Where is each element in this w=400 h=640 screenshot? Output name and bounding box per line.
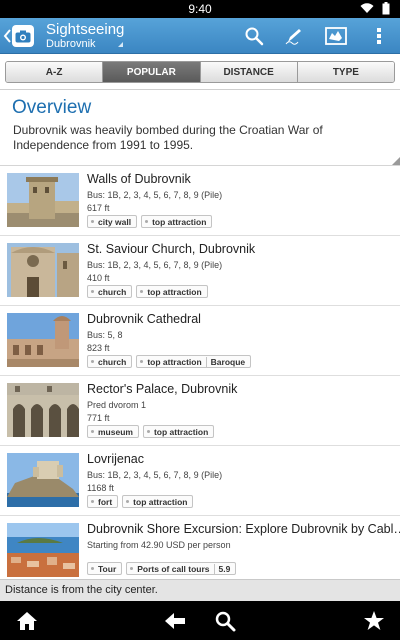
place-transit: Bus: 5, 8 xyxy=(87,330,123,340)
tag[interactable]: museum xyxy=(87,425,139,438)
camera-icon[interactable] xyxy=(12,25,34,47)
tag[interactable]: top attraction xyxy=(122,495,194,508)
place-distance: 1168 ft xyxy=(87,483,114,493)
tab-a-z[interactable]: A-Z xyxy=(6,62,104,82)
tag[interactable]: top attraction xyxy=(142,425,215,438)
tab-type[interactable]: TYPE xyxy=(297,62,394,82)
tag-group[interactable]: top attraction Baroque xyxy=(136,355,252,368)
tag[interactable]: top attraction xyxy=(141,215,213,228)
status-time: 9:40 xyxy=(188,2,212,16)
sort-tabs: A-Z POPULAR DISTANCE TYPE xyxy=(5,61,395,83)
place-title: St. Saviour Church, Dubrovnik xyxy=(87,242,256,256)
tag-rating: 5.9 xyxy=(213,563,230,574)
place-title: Dubrovnik Cathedral xyxy=(87,312,201,326)
back-arrow-icon[interactable] xyxy=(163,609,187,633)
navigation-bar xyxy=(0,601,400,640)
list-item[interactable]: Rector's Palace, Dubrovnik Pred dvorom 1… xyxy=(0,376,400,446)
place-tags: Tour Ports of call tours 5.9 xyxy=(87,562,237,575)
place-tags: fort top attraction xyxy=(87,495,194,508)
overview-heading: Overview xyxy=(12,97,92,118)
list-item[interactable]: Lovrijenac Bus: 1B, 2, 3, 4, 5, 6, 7, 8,… xyxy=(0,446,400,516)
action-bar: Sightseeing Dubrovnik xyxy=(0,18,400,54)
overview-text: Dubrovnik was heavily bombed during the … xyxy=(13,123,323,152)
place-thumbnail xyxy=(7,453,79,507)
tag[interactable]: top attraction xyxy=(136,285,208,298)
screen-title: Sightseeing xyxy=(46,21,125,38)
tag[interactable]: Tour xyxy=(87,562,123,575)
list-item[interactable]: Dubrovnik Cathedral Bus: 5, 8 823 ft chu… xyxy=(0,306,400,376)
status-bar: 9:40 xyxy=(0,0,400,18)
place-title: Dubrovnik Shore Excursion: Explore Dubro… xyxy=(87,522,400,536)
star-icon[interactable] xyxy=(362,609,386,633)
list-item[interactable]: Walls of Dubrovnik Bus: 1B, 2, 3, 4, 5, … xyxy=(0,166,400,236)
place-thumbnail xyxy=(7,313,79,367)
place-transit: Bus: 1B, 2, 3, 4, 5, 6, 7, 8, 9 (Pile) xyxy=(87,260,223,270)
pen-icon[interactable] xyxy=(283,25,305,47)
tab-distance[interactable]: DISTANCE xyxy=(200,62,298,82)
place-tags: church top attraction xyxy=(87,285,208,298)
tag-group[interactable]: Ports of call tours 5.9 xyxy=(126,562,237,575)
overflow-menu-icon[interactable] xyxy=(368,25,390,47)
tag[interactable]: church xyxy=(87,285,133,298)
place-price: Starting from 42.90 USD per person xyxy=(87,540,231,550)
places-list: Walls of Dubrovnik Bus: 1B, 2, 3, 4, 5, … xyxy=(0,166,400,579)
back-chevron-icon[interactable] xyxy=(2,28,12,44)
place-tags: city wall top attraction xyxy=(87,215,213,228)
place-thumbnail xyxy=(7,383,79,437)
place-title: Rector's Palace, Dubrovnik xyxy=(87,382,238,396)
place-distance: 771 ft xyxy=(87,413,110,423)
place-tags: museum top attraction xyxy=(87,425,215,438)
tag-label: Baroque xyxy=(205,356,245,367)
system-icons xyxy=(360,2,390,15)
place-thumbnail xyxy=(7,243,79,297)
overview-section[interactable]: Overview Dubrovnik was heavily bombed du… xyxy=(0,90,400,165)
home-icon[interactable] xyxy=(15,609,39,633)
list-item[interactable]: Dubrovnik Shore Excursion: Explore Dubro… xyxy=(0,516,400,579)
place-transit: Bus: 1B, 2, 3, 4, 5, 6, 7, 8, 9 (Pile) xyxy=(87,190,223,200)
search-icon[interactable] xyxy=(243,25,265,47)
place-title: Walls of Dubrovnik xyxy=(87,172,191,186)
place-tags: church top attraction Baroque xyxy=(87,355,252,368)
wifi-icon xyxy=(360,3,374,14)
place-distance: 823 ft xyxy=(87,343,110,353)
tab-popular[interactable]: POPULAR xyxy=(103,62,201,82)
search-icon[interactable] xyxy=(213,609,237,633)
tag-label: Ports of call tours xyxy=(137,563,210,574)
place-distance: 410 ft xyxy=(87,273,110,283)
battery-icon xyxy=(382,2,390,15)
place-thumbnail xyxy=(7,523,79,577)
place-title: Lovrijenac xyxy=(87,452,144,466)
place-address: Pred dvorom 1 xyxy=(87,400,147,410)
tag-label: top attraction xyxy=(147,356,202,367)
list-item[interactable]: St. Saviour Church, Dubrovnik Bus: 1B, 2… xyxy=(0,236,400,306)
expand-corner-icon xyxy=(392,157,400,165)
tag[interactable]: church xyxy=(87,355,133,368)
tag[interactable]: fort xyxy=(87,495,119,508)
place-distance: 617 ft xyxy=(87,203,110,213)
city-selector[interactable]: Dubrovnik xyxy=(46,38,96,50)
map-icon[interactable] xyxy=(325,25,347,47)
tag[interactable]: city wall xyxy=(87,215,138,228)
place-thumbnail xyxy=(7,173,79,227)
place-transit: Bus: 1B, 2, 3, 4, 5, 6, 7, 8, 9 (Pile) xyxy=(87,470,223,480)
footer-note: Distance is from the city center. xyxy=(0,579,400,601)
dropdown-indicator-icon xyxy=(118,42,123,47)
